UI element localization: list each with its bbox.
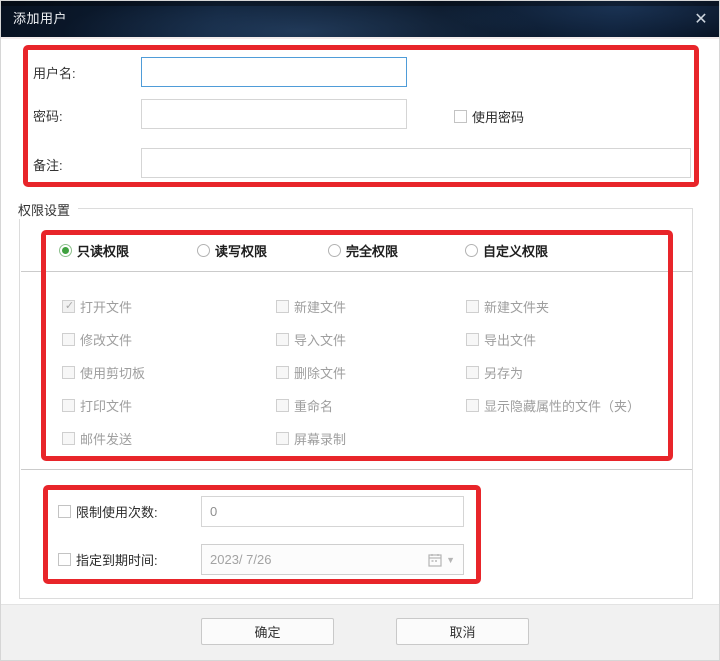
radio-full[interactable]: 完全权限 xyxy=(328,241,398,260)
perm-delete-file-checkbox[interactable] xyxy=(276,365,289,379)
perm-import-file[interactable]: 导入文件 xyxy=(276,331,466,348)
perm-screen-record[interactable]: 屏幕录制 xyxy=(276,430,466,447)
date-dropdown-arrow-icon[interactable]: ▼ xyxy=(446,555,455,565)
radio-read-only-control[interactable] xyxy=(59,244,72,257)
use-password-checkbox[interactable] xyxy=(454,110,467,123)
note-input[interactable] xyxy=(141,148,691,178)
perm-print-file-checkbox[interactable] xyxy=(62,398,75,412)
perm-modify-file-checkbox[interactable] xyxy=(62,332,75,346)
perm-new-file[interactable]: 新建文件 xyxy=(276,298,466,315)
radio-read-only[interactable]: 只读权限 xyxy=(59,241,129,260)
close-icon[interactable]: ✕ xyxy=(689,9,713,31)
permission-grid: 打开文件 新建文件 新建文件夹 修改文件 导入文件 导出文件 使用剪切板 删除 xyxy=(62,298,662,447)
perm-delete-file[interactable]: 删除文件 xyxy=(276,364,466,381)
use-password-option[interactable]: 使用密码 xyxy=(454,107,524,126)
username-input[interactable] xyxy=(141,57,407,87)
perm-screen-record-checkbox[interactable] xyxy=(276,431,289,445)
expire-date-picker[interactable]: 2023/ 7/26 ▼ xyxy=(201,544,464,575)
perm-show-hidden-checkbox[interactable] xyxy=(466,398,479,412)
calendar-icon xyxy=(428,553,442,567)
ok-button[interactable]: 确定 xyxy=(201,618,334,645)
perm-email-send-checkbox[interactable] xyxy=(62,431,75,445)
perm-modify-file[interactable]: 修改文件 xyxy=(62,331,276,348)
perm-new-file-checkbox[interactable] xyxy=(276,299,289,313)
expire-date-value: 2023/ 7/26 xyxy=(210,552,272,567)
permission-group-label: 权限设置 xyxy=(18,200,79,219)
perm-export-file[interactable]: 导出文件 xyxy=(466,331,662,348)
radio-custom[interactable]: 自定义权限 xyxy=(465,241,548,260)
perm-import-file-checkbox[interactable] xyxy=(276,332,289,346)
usage-limit-option[interactable]: 限制使用次数: xyxy=(58,502,158,521)
perm-export-file-checkbox[interactable] xyxy=(466,332,479,346)
divider-below-radios xyxy=(21,271,692,272)
titlebar: 添加用户 ✕ xyxy=(1,1,719,39)
dialog-footer: 确定 取消 xyxy=(1,604,719,660)
password-label: 密码: xyxy=(33,109,63,124)
password-input[interactable] xyxy=(141,99,407,129)
usage-limit-label: 限制使用次数: xyxy=(76,505,158,520)
perm-save-as[interactable]: 另存为 xyxy=(466,364,662,381)
perm-new-folder-checkbox[interactable] xyxy=(466,299,479,313)
expire-date-checkbox[interactable] xyxy=(58,553,71,566)
radio-custom-label: 自定义权限 xyxy=(483,244,549,259)
expire-date-option[interactable]: 指定到期时间: xyxy=(58,550,158,569)
radio-read-only-label: 只读权限 xyxy=(77,244,130,259)
radio-read-write-control[interactable] xyxy=(197,244,210,257)
radio-full-label: 完全权限 xyxy=(346,244,399,259)
radio-read-write[interactable]: 读写权限 xyxy=(197,241,267,260)
divider-below-grid xyxy=(21,469,692,470)
radio-full-control[interactable] xyxy=(328,244,341,257)
perm-new-folder[interactable]: 新建文件夹 xyxy=(466,298,662,315)
radio-read-write-label: 读写权限 xyxy=(215,244,268,259)
radio-custom-control[interactable] xyxy=(465,244,478,257)
perm-rename-checkbox[interactable] xyxy=(276,398,289,412)
add-user-dialog: 添加用户 ✕ 用户名: 密码: 使用密码 备注: 权限设置 只读权限 读写权限 … xyxy=(0,0,720,661)
dialog-title: 添加用户 xyxy=(13,11,68,26)
perm-save-as-checkbox[interactable] xyxy=(466,365,479,379)
perm-rename[interactable]: 重命名 xyxy=(276,397,466,414)
perm-clipboard-checkbox[interactable] xyxy=(62,365,75,379)
perm-open-file-checkbox[interactable] xyxy=(62,299,76,313)
usage-limit-checkbox[interactable] xyxy=(58,505,71,518)
cancel-button[interactable]: 取消 xyxy=(396,618,529,645)
perm-email-send[interactable]: 邮件发送 xyxy=(62,430,276,447)
perm-clipboard[interactable]: 使用剪切板 xyxy=(62,364,276,381)
perm-print-file[interactable]: 打印文件 xyxy=(62,397,276,414)
perm-open-file[interactable]: 打开文件 xyxy=(62,298,276,315)
username-label: 用户名: xyxy=(33,66,76,81)
use-password-label: 使用密码 xyxy=(472,110,525,125)
usage-count-input[interactable] xyxy=(201,496,464,527)
expire-date-label: 指定到期时间: xyxy=(76,553,158,568)
note-label: 备注: xyxy=(33,158,63,173)
perm-show-hidden[interactable]: 显示隐藏属性的文件（夹） xyxy=(466,397,662,414)
